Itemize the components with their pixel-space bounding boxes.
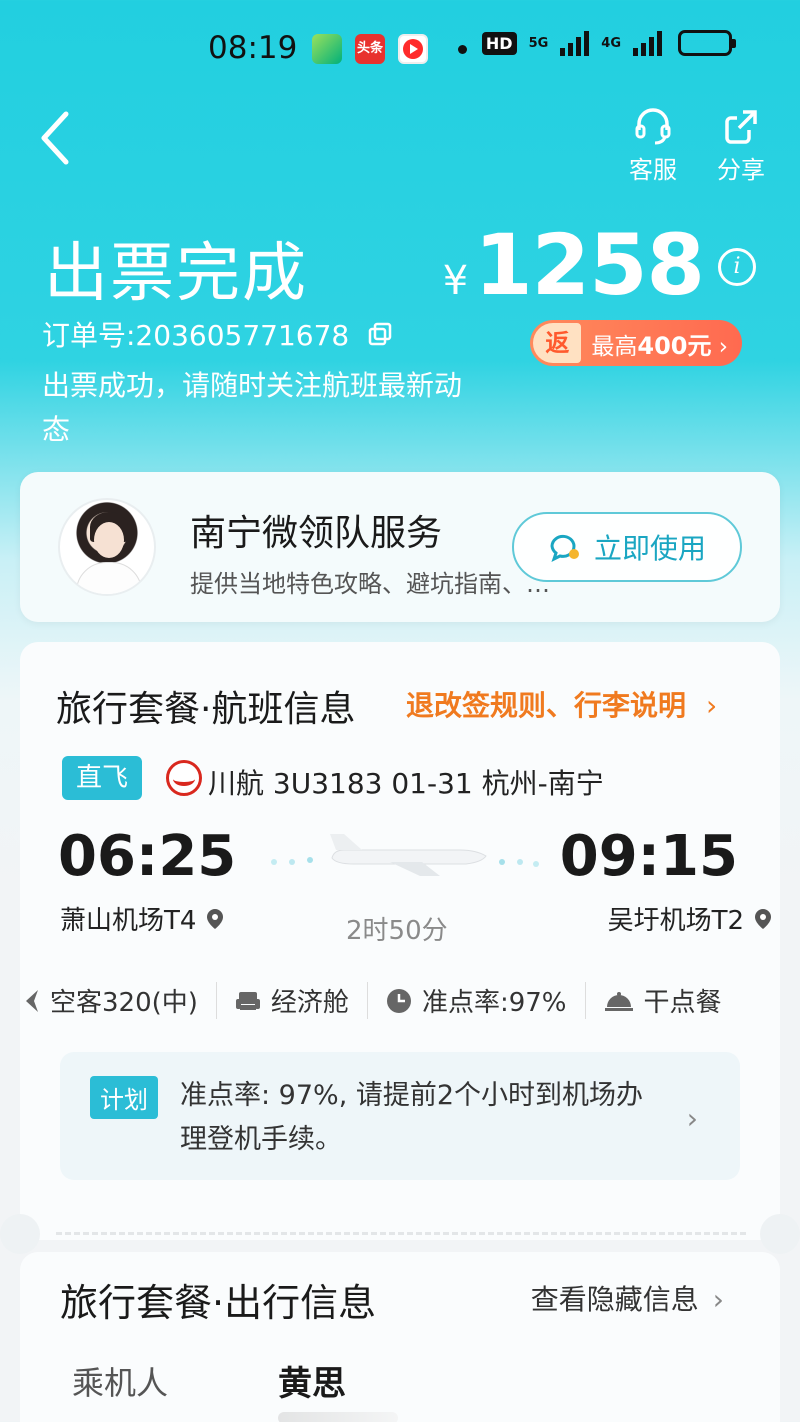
- clock-icon: [386, 988, 411, 1013]
- chat-icon: [550, 534, 579, 562]
- flight-info-card: 旅行套餐·航班信息 退改签规则、行李说明 › 直飞 川航 3U3183 01-31…: [0, 642, 800, 1254]
- back-button[interactable]: [36, 110, 86, 170]
- chevron-right-icon: ›: [718, 333, 728, 360]
- punctuality-plan-tip[interactable]: 计划 准点率: 97%, 请提前2个小时到机场办理登机手续。 ›: [60, 1052, 740, 1180]
- order-number-row: 订单号:203605771678: [42, 314, 393, 354]
- hd-icon: HD: [481, 31, 517, 55]
- plane-icon: [26, 989, 38, 1012]
- passenger-name: 黄思: [278, 1364, 346, 1404]
- show-hidden-info-link[interactable]: 查看隐藏信息 ›: [531, 1278, 724, 1318]
- app-green-icon: [312, 34, 342, 64]
- location-pin-icon: [755, 908, 771, 929]
- battery-icon: [678, 30, 736, 56]
- travel-section-title: 旅行套餐·出行信息: [60, 1281, 377, 1325]
- share-icon: [725, 110, 757, 144]
- rebate-text: 最高400元 ›: [591, 326, 728, 361]
- card-notch-left: [0, 1214, 40, 1254]
- cabin-attr: 经济舱: [217, 982, 368, 1019]
- ticket-tip: 出票成功，请随时关注航班最新动态: [42, 369, 463, 446]
- signal-5g-icon: [560, 30, 590, 56]
- direct-flight-tag: 直飞: [62, 756, 142, 800]
- flight-duration: 2时50分: [346, 916, 448, 946]
- customer-service-button[interactable]: 客服: [618, 106, 688, 185]
- cabin-label: 经济舱: [270, 988, 349, 1018]
- chevron-left-icon: [41, 111, 69, 165]
- punctuality-attr: 准点率:97%: [368, 982, 586, 1019]
- airline-logo-icon: [166, 760, 202, 796]
- cropped-text: [278, 1412, 398, 1422]
- status-time: 08:19: [208, 30, 298, 66]
- dashed-divider: [56, 1232, 746, 1235]
- departure-airport-name: 萧山机场T4: [60, 906, 197, 936]
- price-amount: 1258: [474, 216, 705, 314]
- toutiao-icon: 头条: [355, 34, 385, 64]
- rules-link[interactable]: 退改签规则、行李说明 ›: [406, 684, 717, 724]
- info-icon[interactable]: i: [718, 248, 756, 286]
- departure-airport[interactable]: 萧山机场T4: [60, 900, 224, 937]
- page-title: 出票完成: [44, 237, 308, 311]
- status-bar: 08:19 头条 HD 5G 4G: [0, 0, 800, 100]
- rebate-badge[interactable]: 返 最高400元 ›: [530, 320, 742, 366]
- departure-time: 06:25: [58, 824, 237, 889]
- card-notch-right: [760, 1214, 800, 1254]
- service-name: 南宁微领队服务: [190, 513, 443, 554]
- share-button[interactable]: 分享: [706, 106, 776, 185]
- meal-icon: [604, 991, 633, 1011]
- arrival-time: 09:15: [559, 824, 738, 889]
- rebate-prefix: 最高: [591, 333, 638, 360]
- seat-icon: [235, 991, 260, 1010]
- location-pin-icon: [207, 908, 224, 929]
- passenger-label: 乘机人: [72, 1364, 169, 1402]
- status-indicators: HD 5G 4G: [481, 30, 736, 56]
- travel-info-card: 旅行套餐·出行信息 查看隐藏信息 › 乘机人 黄思: [20, 1252, 780, 1422]
- arrival-airport[interactable]: 吴圩机场T2: [608, 900, 772, 937]
- arrival-airport-name: 吴圩机场T2: [607, 906, 744, 936]
- rebate-amount: 400元: [637, 331, 712, 360]
- rebate-tag: 返: [533, 323, 582, 363]
- use-now-label: 立即使用: [593, 532, 706, 565]
- net-4g-label: 4G: [601, 35, 621, 51]
- chevron-right-icon: ›: [706, 689, 718, 722]
- show-hidden-info-label: 查看隐藏信息: [530, 1283, 699, 1316]
- aircraft-attr: 空客320(中): [6, 982, 217, 1019]
- signal-4g-icon: [633, 30, 662, 56]
- rules-link-label: 退改签规则、行李说明: [406, 689, 687, 722]
- flight-section-title: 旅行套餐·航班信息: [56, 689, 356, 730]
- use-now-button[interactable]: 立即使用: [512, 512, 742, 582]
- flight-attributes: 空客320(中) 经济舱 准点率:97% 干点餐: [6, 982, 780, 1019]
- plan-text: 准点率: 97%, 请提前2个小时到机场办理登机手续。: [180, 1080, 644, 1155]
- avatar: [58, 498, 156, 596]
- headset-icon: [635, 108, 671, 145]
- flight-number: 川航 3U3183 01-31 杭州-南宁: [208, 767, 604, 800]
- video-icon: [398, 34, 428, 64]
- chevron-right-icon: ›: [712, 1283, 724, 1316]
- notification-dot: [458, 45, 467, 54]
- customer-service-label: 客服: [629, 156, 677, 184]
- order-number: 订单号:203605771678: [42, 319, 350, 352]
- aircraft-label: 空客320(中): [50, 988, 198, 1018]
- airplane-icon: [271, 834, 539, 876]
- price: ¥ 1258: [442, 216, 705, 314]
- meal-attr: 干点餐: [586, 982, 740, 1019]
- share-label: 分享: [717, 156, 765, 184]
- plan-badge: 计划: [90, 1076, 158, 1119]
- currency-symbol: ¥: [442, 258, 469, 304]
- chevron-right-icon: ›: [686, 1102, 698, 1135]
- meal-label: 干点餐: [643, 988, 722, 1018]
- local-guide-card: 南宁微领队服务 提供当地特色攻略、避坑指南、… 立即使用: [20, 472, 780, 622]
- copy-icon[interactable]: [367, 321, 393, 347]
- net-5g-label: 5G: [528, 35, 549, 51]
- punctuality-label: 准点率:97%: [421, 988, 567, 1018]
